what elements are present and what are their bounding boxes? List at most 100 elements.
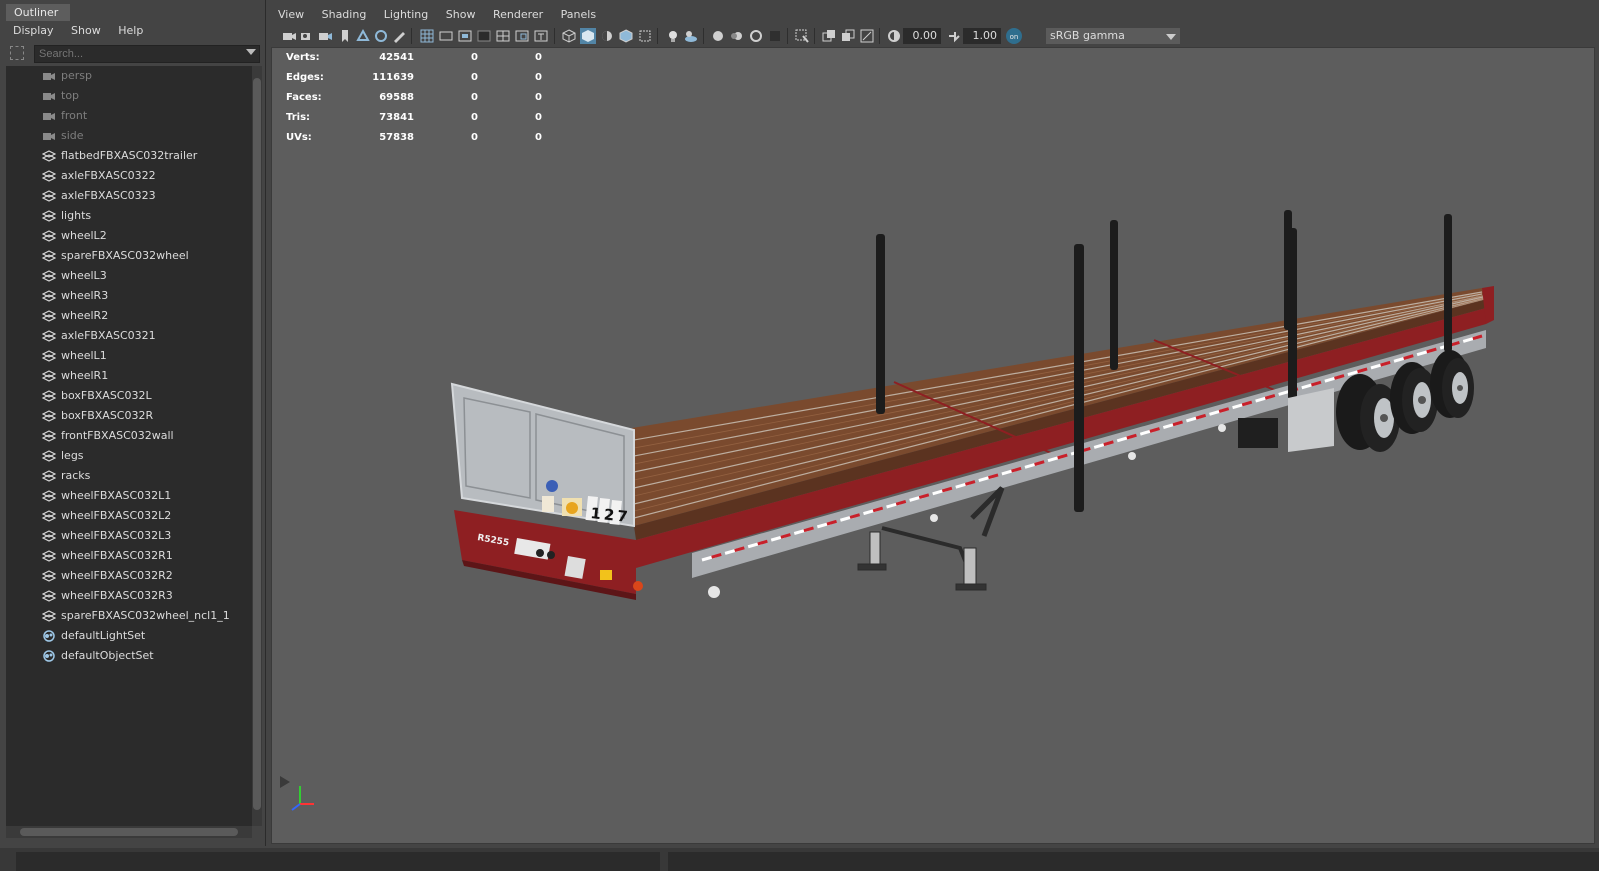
outliner-item[interactable]: wheelL3 [6,266,252,286]
command-line-input[interactable] [16,852,660,871]
xray-joints-icon[interactable] [821,28,837,44]
outliner-item[interactable]: side [6,126,252,146]
outliner-item[interactable]: axleFBXASC0323 [6,186,252,206]
outliner-item[interactable]: frontFBXASC032wall [6,426,252,446]
xray-components-icon[interactable] [840,28,856,44]
grease-pencil-icon[interactable] [391,28,407,44]
outliner-item-label: axleFBXASC0323 [61,189,156,202]
outliner-item[interactable]: wheelFBXASC032L1 [6,486,252,506]
outliner-item[interactable]: wheelFBXASC032R2 [6,566,252,586]
isolate-select-icon[interactable] [794,28,810,44]
color-management-icon[interactable]: on [1006,28,1022,44]
outliner-item[interactable]: defaultObjectSet [6,646,252,666]
trailer-model[interactable]: R5255 127 [272,48,1594,843]
default-material-icon[interactable] [599,28,615,44]
filter-icon[interactable] [10,46,24,60]
outliner-item-label: wheelL2 [61,229,107,242]
camera-icon [43,93,55,100]
image-plane-icon[interactable] [355,28,371,44]
safe-action-icon[interactable] [514,28,530,44]
outliner-item[interactable]: axleFBXASC0322 [6,166,252,186]
maya-window: Outliner Display Show Help persp top front… [0,0,1599,871]
menu-show[interactable]: Show [439,6,483,23]
scrollbar-thumb[interactable] [20,828,238,836]
motion-blur-icon[interactable] [729,28,745,44]
menu-view[interactable]: View [271,6,311,23]
outliner-item[interactable]: wheelFBXASC032R1 [6,546,252,566]
menu-renderer[interactable]: Renderer [486,6,550,23]
outliner-item[interactable]: wheelFBXASC032R3 [6,586,252,606]
outliner-item[interactable]: wheelL1 [6,346,252,366]
outliner-item[interactable]: wheelL2 [6,226,252,246]
outliner-item-label: front [61,109,88,122]
outliner-item-label: wheelL3 [61,269,107,282]
outliner-item[interactable]: wheelFBXASC032L3 [6,526,252,546]
gamma-field[interactable]: 1.00 [963,28,1001,44]
search-input[interactable] [34,45,260,63]
exposure-icon[interactable] [886,28,902,44]
outliner-item[interactable]: wheelR2 [6,306,252,326]
menu-panels[interactable]: Panels [554,6,603,23]
outliner-item[interactable]: defaultLightSet [6,626,252,646]
wireframe-on-shaded-icon[interactable] [618,28,634,44]
menu-display[interactable]: Display [6,22,61,39]
outliner-item[interactable]: wheelFBXASC032L2 [6,506,252,526]
outliner-tab[interactable]: Outliner [6,4,70,21]
menu-lighting[interactable]: Lighting [377,6,435,23]
outliner-item[interactable]: wheelR3 [6,286,252,306]
transform-icon [42,410,56,422]
2d-pan-zoom-icon[interactable] [373,28,389,44]
outliner-item[interactable]: wheelR1 [6,366,252,386]
outliner-item[interactable]: racks [6,466,252,486]
wireframe-icon[interactable] [561,28,577,44]
scrollbar-thumb[interactable] [253,78,261,810]
3d-viewport[interactable]: Verts: 42541 0 0 Edges: 111639 0 0 Faces: 69588 0 0… [271,47,1595,844]
outliner-item[interactable]: boxFBXASC032L [6,386,252,406]
ambient-occlusion-icon[interactable] [710,28,726,44]
safe-title-icon[interactable] [533,28,549,44]
transform-icon [42,210,56,222]
outliner-item[interactable]: front [6,106,252,126]
outliner-item-label: boxFBXASC032L [61,389,152,402]
outliner-item[interactable]: spareFBXASC032wheel [6,246,252,266]
bookmark-icon[interactable] [337,28,353,44]
field-chart-icon[interactable] [495,28,511,44]
outliner-item[interactable]: axleFBXASC0321 [6,326,252,346]
transform-icon [42,350,56,362]
outliner-item[interactable]: flatbedFBXASC032trailer [6,146,252,166]
outliner-item[interactable]: legs [6,446,252,466]
outliner-item[interactable]: spareFBXASC032wheel_ncl1_1 [6,606,252,626]
shadows-icon[interactable] [683,28,699,44]
outliner-item-label: wheelFBXASC032R3 [61,589,173,602]
search-dropdown-icon[interactable] [246,49,256,55]
exposure-field[interactable]: 0.00 [903,28,941,44]
use-all-lights-icon[interactable] [665,28,681,44]
grid-icon[interactable] [419,28,435,44]
smooth-shade-icon[interactable] [580,28,596,44]
depth-of-field-icon[interactable] [767,28,783,44]
outliner-item[interactable]: boxFBXASC032R [6,406,252,426]
camera-attributes-icon[interactable] [299,28,315,44]
anti-aliasing-icon[interactable] [748,28,764,44]
menu-help[interactable]: Help [111,22,150,39]
xray-icon[interactable] [637,28,653,44]
select-camera-icon[interactable] [281,28,297,44]
set-icon [43,650,55,662]
gamma-icon[interactable] [946,28,962,44]
menu-shading[interactable]: Shading [315,6,374,23]
frame-selection-icon[interactable] [859,28,875,44]
menu-show[interactable]: Show [64,22,108,39]
bookmark-camera-icon[interactable] [317,28,333,44]
outliner-vertical-scrollbar[interactable] [252,66,262,826]
outliner-item-label: spareFBXASC032wheel [61,249,189,262]
outliner-item[interactable]: persp [6,66,252,86]
transform-icon [42,490,56,502]
color-space-dropdown[interactable]: sRGB gamma [1046,28,1180,44]
chevron-down-icon[interactable] [1166,34,1176,40]
resolution-gate-icon[interactable] [457,28,473,44]
outliner-item[interactable]: top [6,86,252,106]
outliner-horizontal-scrollbar[interactable] [6,826,252,838]
outliner-item[interactable]: lights [6,206,252,226]
gate-mask-icon[interactable] [476,28,492,44]
film-gate-icon[interactable] [438,28,454,44]
